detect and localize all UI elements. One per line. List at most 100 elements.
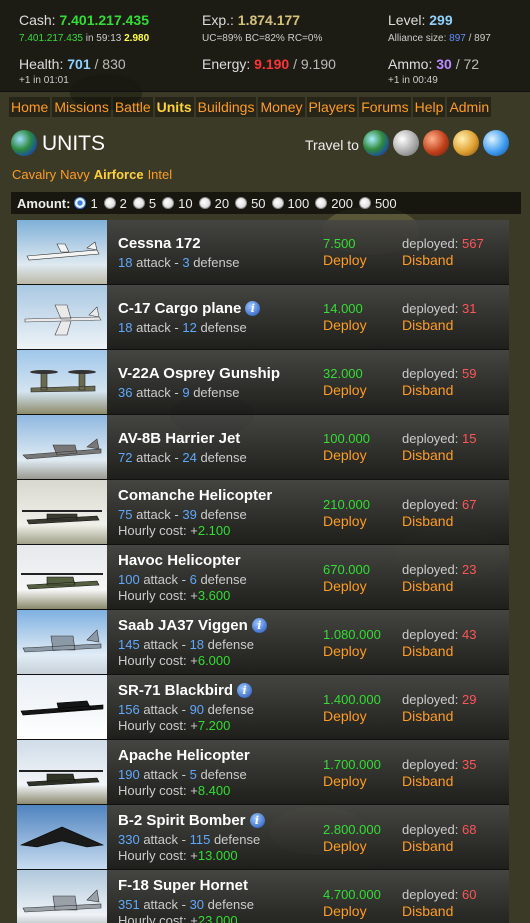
- disband-button[interactable]: Disband: [402, 708, 453, 724]
- amount-option[interactable]: 50: [235, 196, 266, 211]
- nav-forums[interactable]: Forums: [359, 97, 411, 117]
- unit-price: 100.000: [323, 431, 370, 446]
- amount-radio[interactable]: [162, 197, 175, 209]
- attack-value: 36: [118, 385, 133, 400]
- disband-button[interactable]: Disband: [402, 578, 453, 594]
- attack-value: 190: [118, 767, 140, 782]
- amount-radio[interactable]: [103, 197, 116, 209]
- hourly-label: Hourly cost: +: [118, 848, 198, 863]
- deploy-button[interactable]: Deploy: [323, 903, 367, 919]
- deploy-button[interactable]: Deploy: [323, 708, 367, 724]
- amount-option[interactable]: 2: [103, 196, 127, 211]
- amount-option[interactable]: 500: [358, 196, 397, 211]
- moon-planet-icon[interactable]: [393, 130, 419, 156]
- amount-radio[interactable]: [358, 197, 371, 209]
- amount-option[interactable]: 1: [74, 196, 98, 211]
- blue-planet-icon[interactable]: [483, 130, 509, 156]
- disband-button[interactable]: Disband: [402, 447, 453, 463]
- mars-planet-icon[interactable]: [423, 130, 449, 156]
- deploy-button[interactable]: Deploy: [323, 513, 367, 529]
- tab-navy[interactable]: Navy: [60, 167, 90, 182]
- amount-option[interactable]: 20: [198, 196, 229, 211]
- unit-stats: 18 attack - 3 defense: [118, 255, 239, 270]
- disband-button[interactable]: Disband: [402, 643, 453, 659]
- amount-radio[interactable]: [198, 197, 211, 209]
- amount-option-label: 10: [178, 195, 193, 211]
- amount-radio[interactable]: [271, 197, 284, 209]
- deployed-value: 67: [462, 497, 477, 512]
- nav-units[interactable]: Units: [154, 97, 194, 117]
- hourly-label: Hourly cost: +: [118, 783, 198, 798]
- deployed-label: deployed:: [402, 366, 459, 381]
- earth-planet-icon[interactable]: [363, 130, 389, 156]
- amount-radio[interactable]: [74, 197, 87, 209]
- defense-label: defense: [200, 572, 247, 587]
- exp-bonus-text: UC=89% BC=82% RC=0%: [202, 33, 323, 44]
- cash-income-timer: in 59:13: [85, 33, 122, 44]
- deployed-label: deployed:: [402, 822, 459, 837]
- deploy-button[interactable]: Deploy: [323, 578, 367, 594]
- info-icon[interactable]: i: [251, 618, 267, 633]
- info-icon[interactable]: i: [245, 301, 261, 316]
- nav-help[interactable]: Help: [412, 97, 446, 117]
- deployed-value: 29: [462, 692, 477, 707]
- tab-airforce[interactable]: Airforce: [94, 167, 144, 182]
- deployed-value: 43: [462, 627, 477, 642]
- deployed-count: deployed: 68: [402, 822, 476, 837]
- unit-stats: 351 attack - 30 defense: [118, 897, 254, 912]
- unit-stats: 18 attack - 12 defense: [118, 320, 247, 335]
- deploy-button[interactable]: Deploy: [323, 252, 367, 268]
- tab-cavalry[interactable]: Cavalry: [12, 167, 56, 182]
- amount-radio[interactable]: [315, 197, 328, 209]
- deploy-button[interactable]: Deploy: [323, 838, 367, 854]
- deploy-button[interactable]: Deploy: [323, 773, 367, 789]
- nav-players[interactable]: Players: [306, 97, 358, 117]
- nav-admin[interactable]: Admin: [447, 97, 492, 117]
- deploy-button[interactable]: Deploy: [323, 643, 367, 659]
- tab-intel[interactable]: Intel: [148, 167, 173, 182]
- nav-missions[interactable]: Missions: [52, 97, 111, 117]
- nav-buildings[interactable]: Buildings: [195, 97, 257, 117]
- disband-button[interactable]: Disband: [402, 513, 453, 529]
- info-icon[interactable]: i: [237, 683, 253, 698]
- aircraft-icon: [22, 438, 102, 460]
- nav-money[interactable]: Money: [258, 97, 305, 117]
- disband-button[interactable]: Disband: [402, 773, 453, 789]
- deploy-button[interactable]: Deploy: [323, 317, 367, 333]
- attack-value: 18: [118, 255, 133, 270]
- amount-radio[interactable]: [132, 197, 145, 209]
- disband-button[interactable]: Disband: [402, 838, 453, 854]
- page-header: UNITS Travel to: [11, 130, 521, 162]
- attack-label: attack -: [136, 450, 179, 465]
- unit-row: Comanche Helicopter 75 attack - 39 defen…: [17, 480, 509, 545]
- level-label: Level:: [388, 12, 426, 28]
- amount-option[interactable]: 200: [315, 196, 353, 211]
- deploy-button[interactable]: Deploy: [323, 447, 367, 463]
- info-icon[interactable]: i: [249, 813, 265, 828]
- level-stat: Level: 299: [388, 12, 453, 28]
- amount-radio[interactable]: [235, 197, 248, 209]
- deployed-value: 60: [462, 887, 477, 902]
- disband-button[interactable]: Disband: [402, 382, 453, 398]
- aircraft-icon: [22, 889, 102, 913]
- disband-button[interactable]: Disband: [402, 252, 453, 268]
- deployed-value: 35: [462, 757, 477, 772]
- attack-value: 351: [118, 897, 140, 912]
- amount-option[interactable]: 100: [271, 196, 309, 211]
- unit-row: F-18 Super Hornet 351 attack - 30 defens…: [17, 870, 509, 923]
- amount-option[interactable]: 5: [132, 196, 156, 211]
- amount-option[interactable]: 10: [162, 195, 193, 211]
- disband-button[interactable]: Disband: [402, 317, 453, 333]
- unit-thumbnail: [17, 285, 107, 349]
- deploy-button[interactable]: Deploy: [323, 382, 367, 398]
- nav-home[interactable]: Home: [9, 97, 51, 117]
- unit-price: 670.000: [323, 562, 370, 577]
- exp-label: Exp.:: [202, 12, 234, 28]
- nav-battle[interactable]: Battle: [112, 97, 153, 117]
- disband-button[interactable]: Disband: [402, 903, 453, 919]
- venus-planet-icon[interactable]: [453, 130, 479, 156]
- unit-stats: 75 attack - 39 defense: [118, 507, 247, 522]
- hourly-value: 3.600: [197, 588, 231, 603]
- hourly-label: Hourly cost: +: [118, 588, 198, 603]
- energy-value: 9.190: [254, 56, 290, 72]
